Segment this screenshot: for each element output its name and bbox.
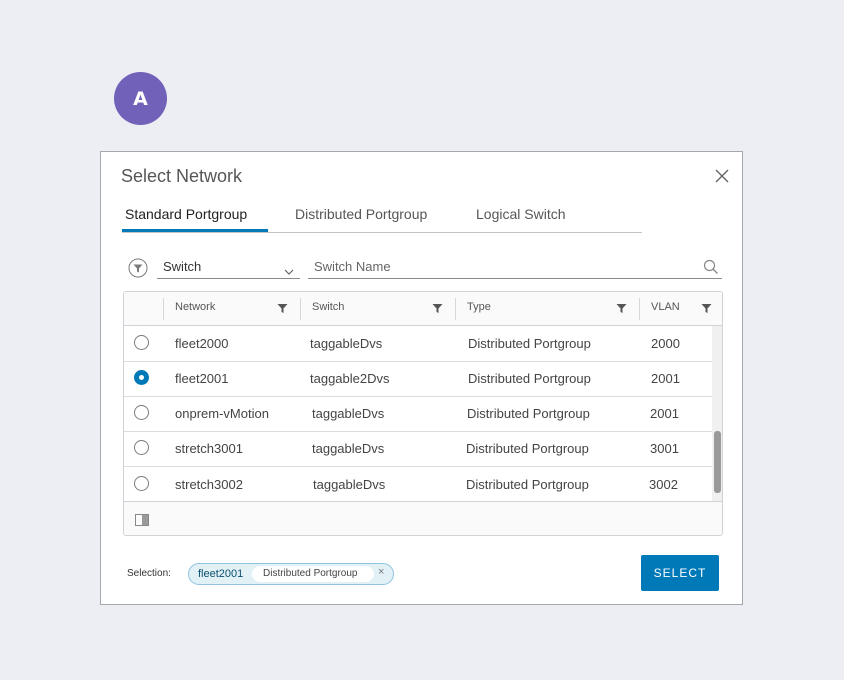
cell-network: stretch3002 [175,477,243,492]
table-row[interactable]: stretch3002 taggableDvs Distributed Port… [124,466,712,501]
cell-switch: taggableDvs [313,477,386,492]
cell-type: Distributed Portgroup [466,477,589,492]
filter-icon[interactable] [128,258,148,278]
row-radio[interactable] [134,476,149,491]
remove-selection-icon[interactable]: × [378,566,384,578]
column-header-label: Type [467,301,491,313]
filter-icon[interactable] [432,303,443,317]
grid-header: Network Switch Type VLAN [124,292,722,326]
table-row[interactable]: fleet2000 taggableDvs Distributed Portgr… [124,326,712,362]
selection-chip-name: fleet2001 [198,568,244,580]
column-header-type[interactable]: Type [455,292,639,325]
selection-label: Selection: [127,568,171,579]
cell-type: Distributed Portgroup [467,406,590,421]
filter-icon[interactable] [616,303,627,317]
chevron-down-icon [284,263,294,281]
selection-chip-type-pill: Distributed Portgroup [252,566,374,582]
step-badge: A [114,72,167,125]
cell-network: fleet2000 [175,336,229,351]
tab-distributed-portgroup[interactable]: Distributed Portgroup [295,206,427,222]
cell-vlan: 2000 [651,336,680,351]
cell-switch: taggableDvs [312,406,385,421]
cell-vlan: 2001 [650,406,679,421]
column-header-label: VLAN [651,301,680,313]
filter-field-dropdown[interactable]: Switch [157,256,300,279]
selection-chip: fleet2001 Distributed Portgroup × [188,563,394,585]
row-radio[interactable] [134,370,149,385]
cell-type: Distributed Portgroup [468,371,591,386]
row-radio[interactable] [134,440,149,455]
search-input[interactable] [308,256,694,276]
close-icon[interactable] [712,166,732,186]
table-row[interactable]: onprem-vMotion taggableDvs Distributed P… [124,396,712,432]
cell-network: stretch3001 [175,441,243,456]
cell-switch: taggable2Dvs [310,371,390,386]
filter-icon[interactable] [701,303,712,317]
filter-icon[interactable] [277,303,288,317]
column-header-vlan[interactable]: VLAN [639,292,722,325]
column-header-label: Network [175,301,216,313]
dialog-title: Select Network [121,166,243,186]
filter-field-value: Switch [163,259,202,274]
cell-vlan: 3001 [650,441,679,456]
column-header-switch[interactable]: Switch [300,292,455,325]
network-datagrid: Network Switch Type VLAN fleet2000 tagga… [123,291,723,536]
grid-scrollbar[interactable] [712,326,722,501]
cell-vlan: 2001 [651,371,680,386]
cell-type: Distributed Portgroup [468,336,591,351]
selection-chip-type: Distributed Portgroup [263,568,358,579]
table-row[interactable]: stretch3001 taggableDvs Distributed Port… [124,431,712,467]
row-radio[interactable] [134,405,149,420]
column-header-label: Switch [312,301,345,313]
cell-switch: taggableDvs [310,336,383,351]
cell-network: fleet2001 [175,371,229,386]
column-header-network[interactable]: Network [163,292,300,325]
tab-logical-switch[interactable]: Logical Switch [476,206,566,222]
grid-footer [124,501,722,535]
cell-switch: taggableDvs [312,441,385,456]
active-tab-indicator [122,229,268,232]
column-toggle-icon[interactable] [135,513,149,531]
scrollbar-thumb[interactable] [714,431,721,493]
search-icon[interactable] [703,259,719,280]
select-button[interactable]: SELECT [641,555,719,591]
cell-type: Distributed Portgroup [466,441,589,456]
cell-network: onprem-vMotion [175,406,269,421]
tab-bar: Standard Portgroup Distributed Portgroup… [122,202,642,233]
row-radio[interactable] [134,335,149,350]
tab-standard-portgroup[interactable]: Standard Portgroup [125,206,247,222]
table-row[interactable]: fleet2001 taggable2Dvs Distributed Portg… [124,361,712,397]
select-network-dialog: Select Network Standard Portgroup Distri… [100,151,743,605]
cell-vlan: 3002 [649,477,678,492]
switch-name-search [308,256,722,279]
